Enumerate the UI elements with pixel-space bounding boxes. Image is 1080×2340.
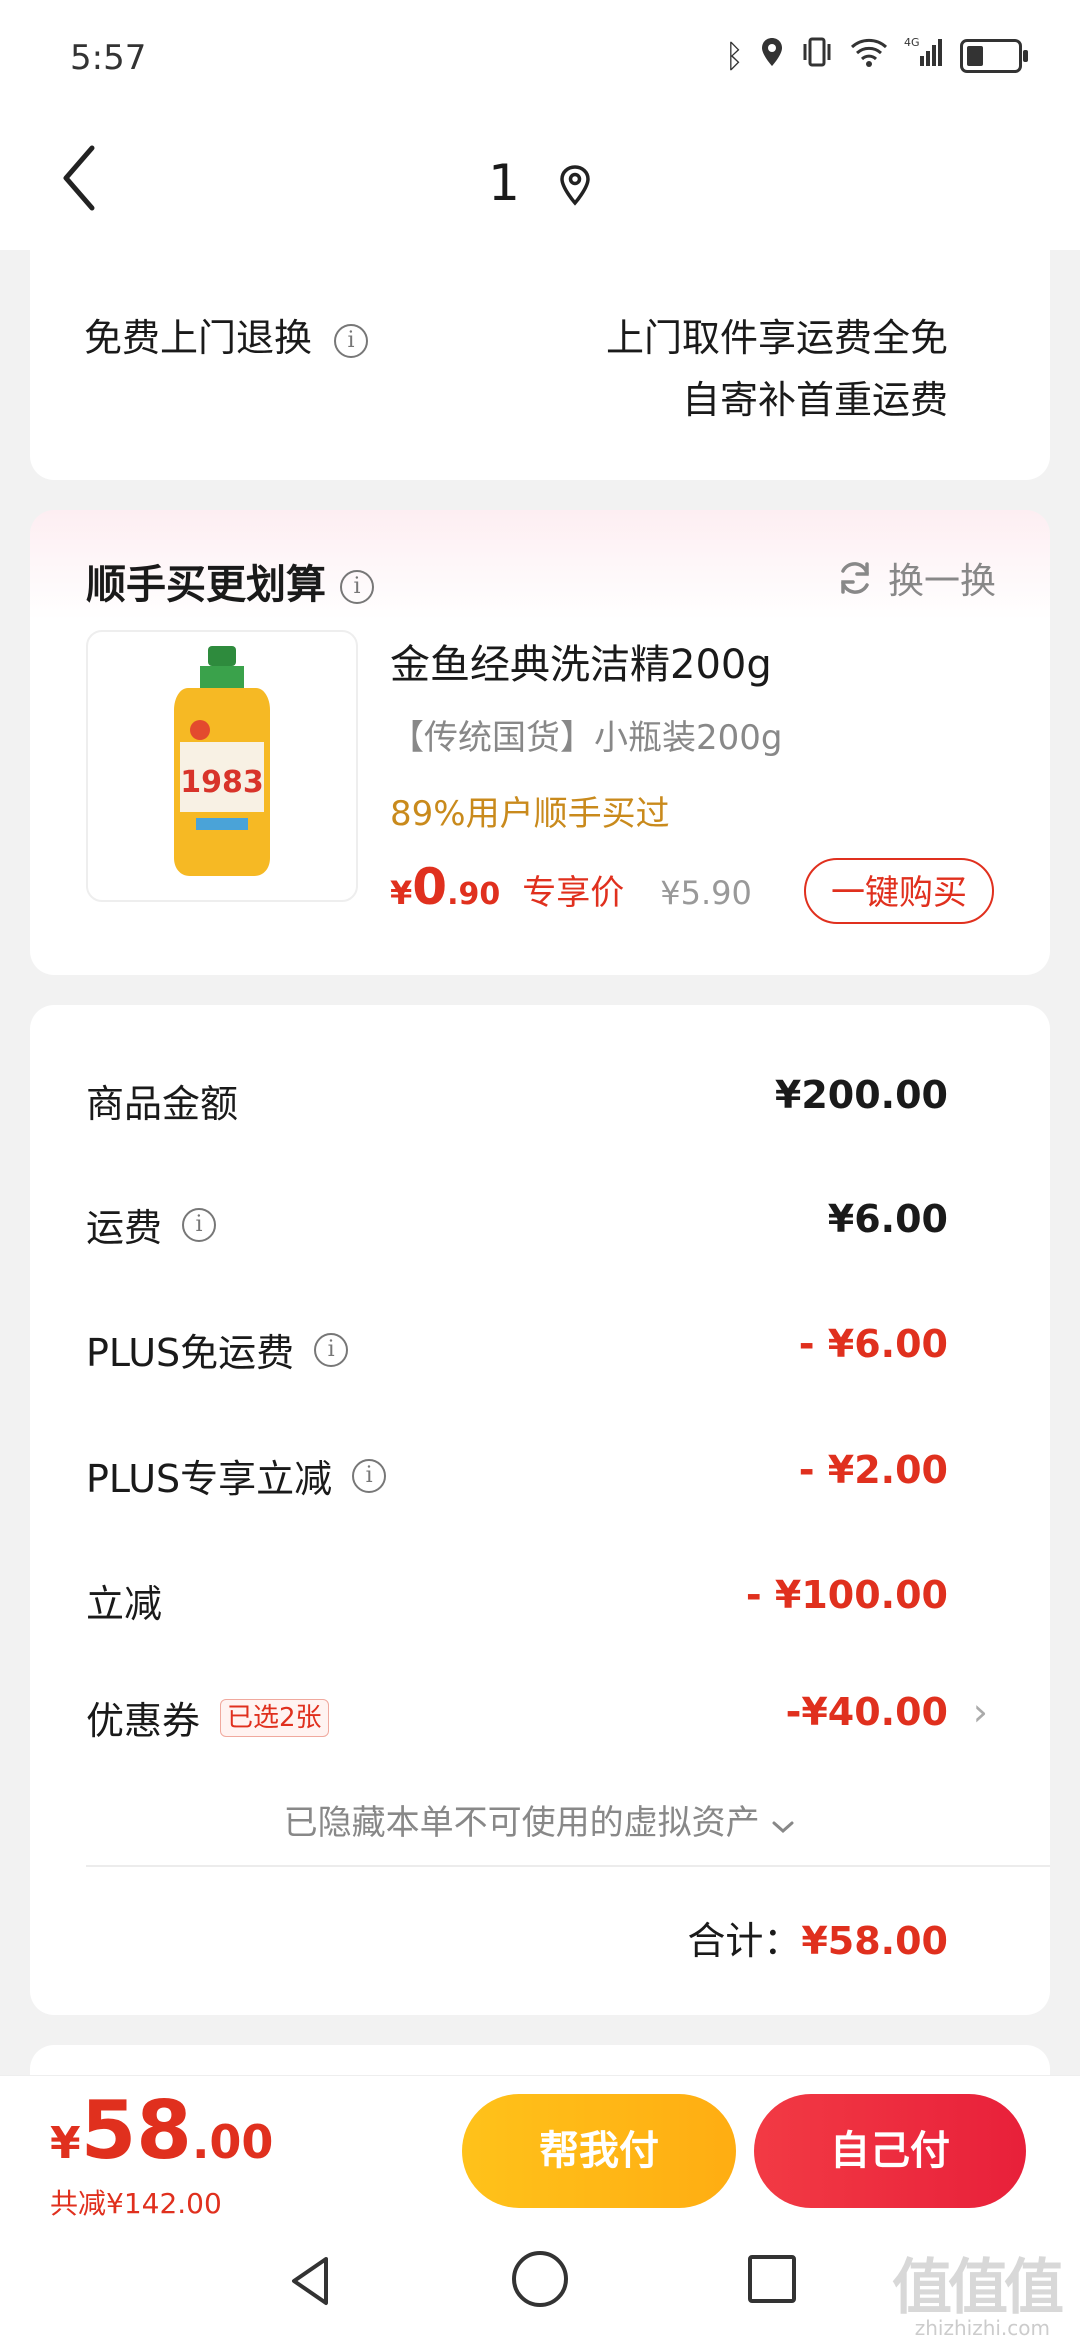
svg-text:4G: 4G: [904, 36, 920, 49]
info-icon[interactable]: i: [314, 1332, 349, 1367]
product-subtitle: 【传统国货】小瓶装200g: [390, 718, 783, 758]
status-icons: ᛒ 4G: [724, 36, 1028, 76]
original-price: ¥5.90: [660, 874, 752, 912]
row-label: 商品金额: [86, 1082, 239, 1126]
bottom-action-bar: ¥ 58 .00 共减¥142.00 帮我付 自己付: [0, 2075, 1080, 2226]
system-recents-button[interactable]: [748, 2255, 796, 2303]
total-saved: 共减¥142.00: [50, 2187, 222, 2220]
price-integer: 0: [412, 858, 448, 916]
status-time: 5:57: [70, 38, 147, 78]
row-value: - ¥100.00: [745, 1573, 948, 1617]
summary-row-instant-discount: 立减 - ¥100.00: [86, 1573, 948, 1633]
chevron-right-icon: ›: [972, 1690, 988, 1734]
divider: [86, 1865, 1050, 1867]
return-detail-line1: 上门取件享运费全免: [605, 316, 948, 360]
row-label: 运费: [86, 1206, 163, 1250]
total-value: ¥58.00: [801, 1919, 948, 1963]
info-icon[interactable]: i: [334, 323, 369, 358]
row-value: - ¥2.00: [798, 1448, 948, 1492]
refresh-label: 换一换: [887, 561, 996, 602]
recommendation-title: 顺手买更划算 i: [86, 552, 374, 610]
row-value: ¥200.00: [774, 1073, 948, 1117]
info-icon[interactable]: i: [352, 1458, 387, 1493]
summary-row-coupon[interactable]: 优惠券 已选2张 -¥40.00 ›: [86, 1690, 988, 1750]
product-image[interactable]: 1983: [86, 630, 358, 902]
payable-integer: 58: [80, 2084, 192, 2177]
row-label: PLUS免运费: [86, 1331, 295, 1375]
row-value: ¥6.00: [827, 1197, 948, 1241]
product-name[interactable]: 金鱼经典洗洁精200g: [390, 632, 772, 690]
return-policy-text: 免费上门退换: [84, 316, 313, 360]
page-title: 1: [488, 153, 520, 212]
order-total: 合计：¥58.00: [687, 1910, 948, 1965]
info-icon[interactable]: i: [182, 1207, 217, 1242]
one-click-buy-button[interactable]: 一键购买: [804, 858, 994, 924]
exclusive-price-tag: 专享价: [522, 873, 625, 913]
price-decimal: .90: [447, 877, 501, 912]
row-label: PLUS专享立减: [86, 1457, 333, 1501]
row-value: -¥40.00: [785, 1690, 948, 1734]
product-hint: 89%用户顺手买过: [390, 794, 670, 834]
product-price: ¥ 0 .90 专享价 ¥5.90: [390, 858, 752, 916]
watermark-logo: 值值值: [892, 2253, 1064, 2323]
summary-row-plus-free-shipping: PLUS免运费 i - ¥6.00: [86, 1322, 948, 1382]
pay-myself-button[interactable]: 自己付: [754, 2094, 1026, 2208]
chevron-down-icon: [770, 1805, 796, 1845]
total-label: 合计：: [687, 1919, 802, 1963]
return-policy-card: 免费上门退换 i 上门取件享运费全免 自寄补首重运费: [30, 225, 1050, 480]
refresh-icon: [841, 562, 869, 594]
help-me-pay-button[interactable]: 帮我付: [462, 2094, 736, 2208]
triangle-back-icon: [292, 2257, 328, 2305]
nav-title-area[interactable]: 1: [0, 150, 1080, 212]
price-symbol: ¥: [390, 874, 413, 912]
recommendation-card: 顺手买更划算 i 换一换 1983 金鱼经典洗洁精200g 【传统国货】小瓶装20…: [30, 510, 1050, 975]
bottle-label-text: 1983: [180, 765, 264, 800]
system-home-button[interactable]: [512, 2251, 568, 2307]
row-label: 立减: [86, 1582, 163, 1626]
location-icon: [760, 36, 784, 76]
payable-decimal: .00: [191, 2115, 274, 2169]
row-value: - ¥6.00: [798, 1322, 948, 1366]
status-bar: 5:57 ᛒ 4G: [0, 0, 1080, 120]
wifi-icon: [850, 37, 888, 75]
info-icon[interactable]: i: [340, 570, 374, 604]
recommendation-title-text: 顺手买更划算: [86, 562, 326, 608]
payable-amount: ¥ 58 .00: [50, 2084, 273, 2177]
system-back-button[interactable]: [282, 2251, 342, 2311]
location-pin-icon: [558, 161, 592, 206]
summary-row-shipping: 运费 i ¥6.00: [86, 1197, 948, 1257]
return-policy-details: 上门取件享运费全免 自寄补首重运费: [606, 307, 948, 431]
detergent-bottle-image: 1983: [174, 646, 270, 876]
summary-row-goods: 商品金额 ¥200.00: [86, 1073, 948, 1133]
system-nav-bar: 值值值 zhizhizhi.com: [0, 2225, 1080, 2340]
row-label: 优惠券: [86, 1699, 201, 1743]
bluetooth-icon: ᛒ: [724, 37, 744, 75]
return-policy-label[interactable]: 免费上门退换 i: [84, 307, 369, 362]
refresh-button[interactable]: 换一换: [836, 552, 996, 604]
hidden-assets-toggle[interactable]: 已隐藏本单不可使用的虚拟资产: [30, 1795, 1050, 1845]
hidden-assets-text: 已隐藏本单不可使用的虚拟资产: [283, 1803, 760, 1843]
watermark-url: zhizhizhi.com: [914, 2316, 1050, 2340]
summary-row-plus-discount: PLUS专享立减 i - ¥2.00: [86, 1448, 948, 1508]
coupon-selected-badge: 已选2张: [220, 1698, 329, 1737]
signal-icon: 4G: [904, 36, 944, 76]
order-summary-card: 商品金额 ¥200.00 运费 i ¥6.00 PLUS免运费 i - ¥6.00 …: [30, 1005, 1050, 2015]
vibrate-icon: [800, 36, 834, 76]
battery-icon: [960, 39, 1028, 73]
payable-symbol: ¥: [50, 2118, 81, 2169]
return-detail-line2: 自寄补首重运费: [681, 378, 948, 422]
